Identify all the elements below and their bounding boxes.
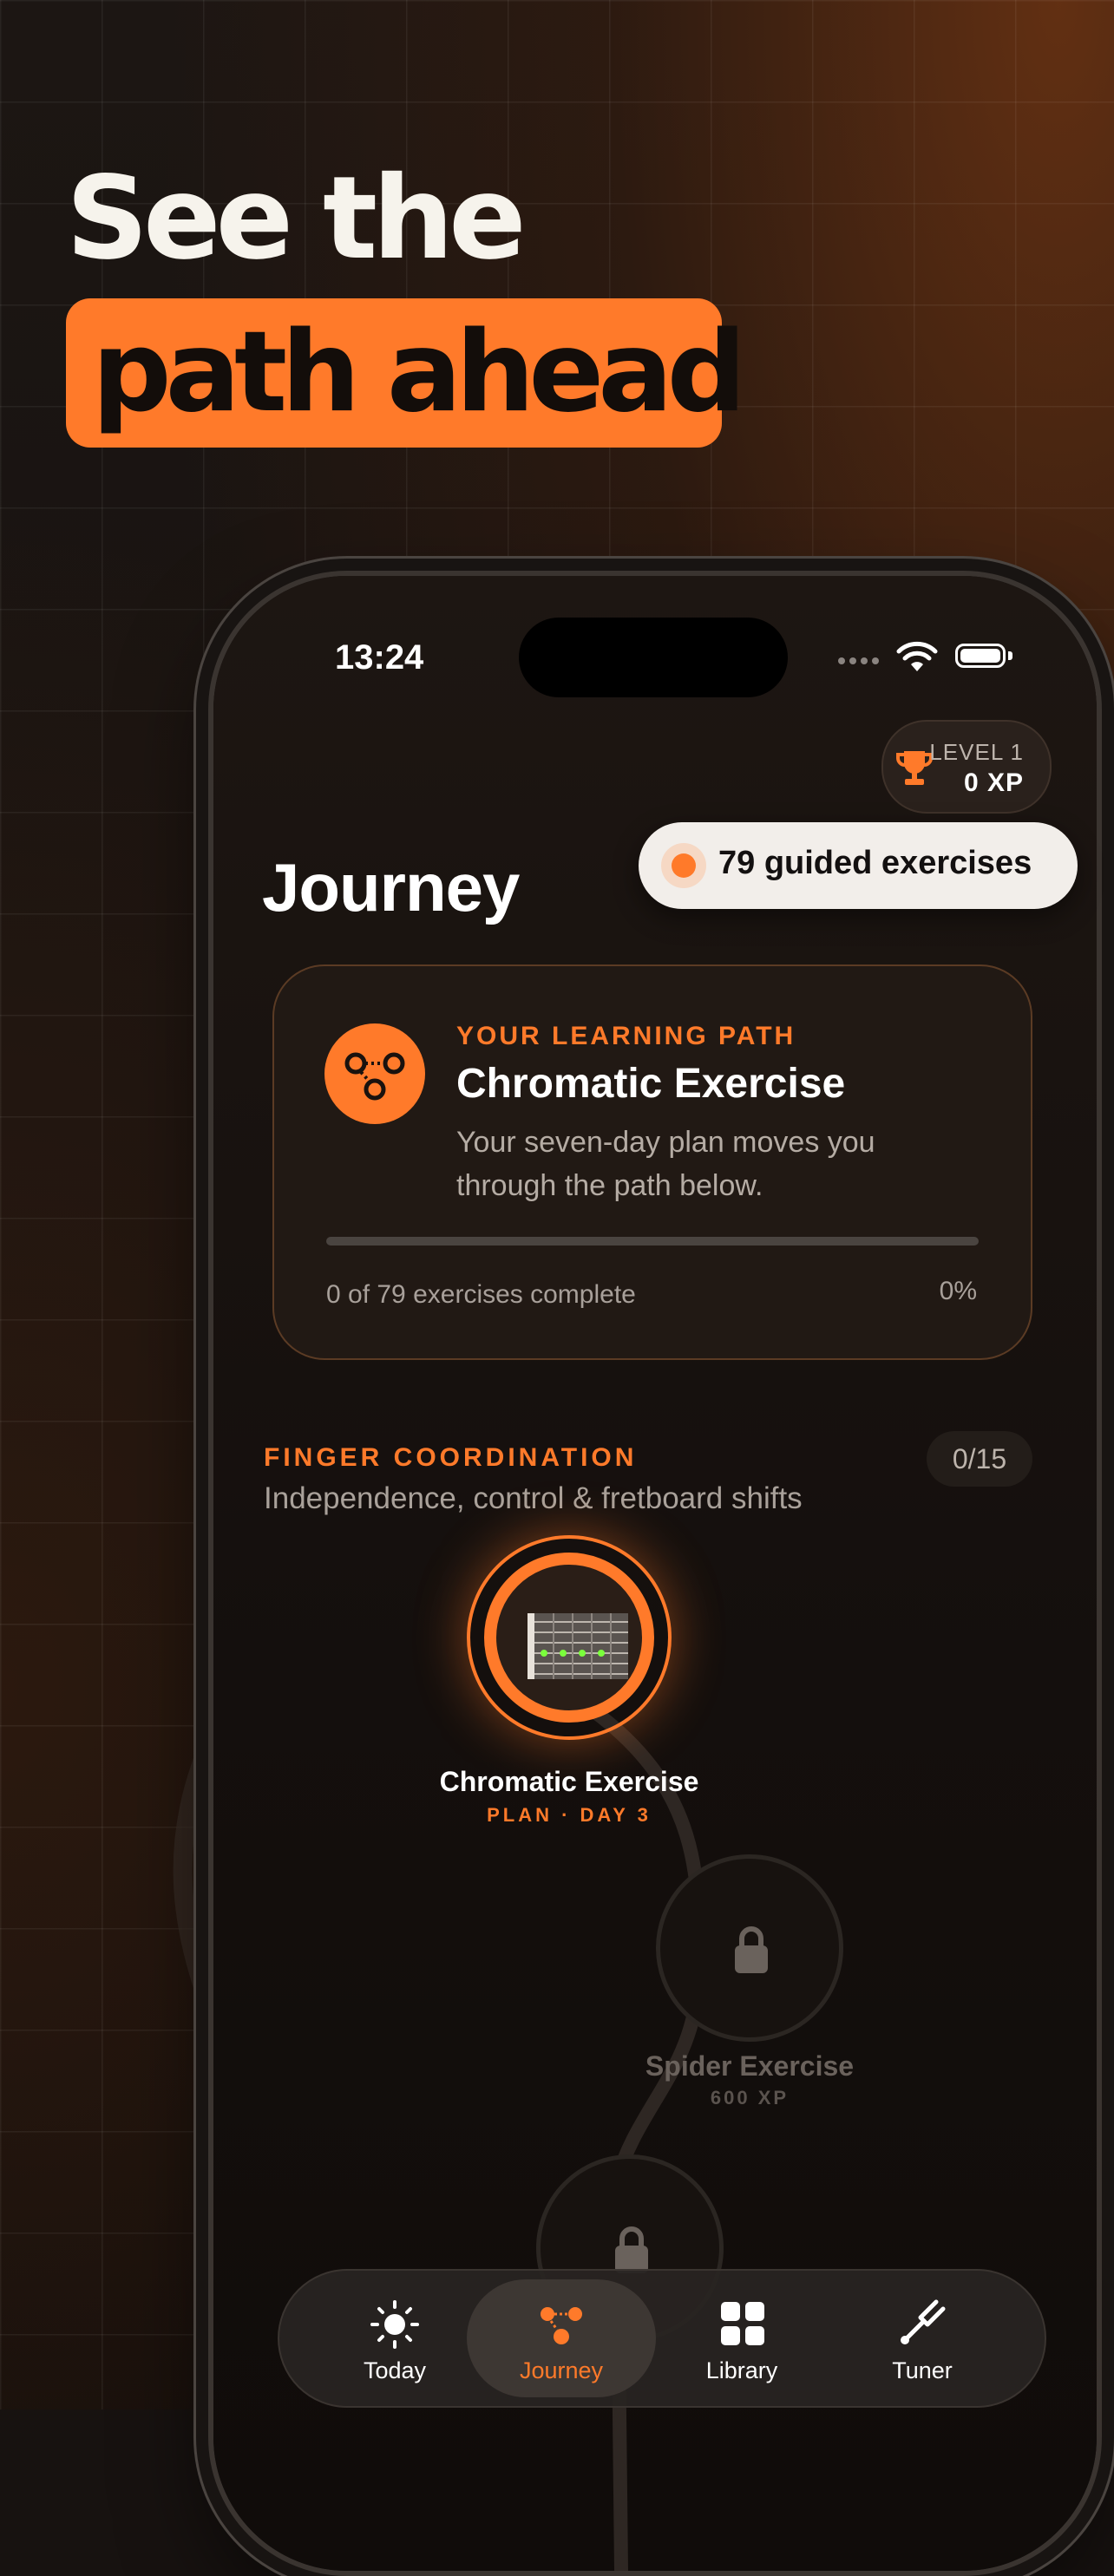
tab-journey[interactable]: Journey [467,2279,656,2397]
fretboard-icon [528,1613,628,1679]
lock-icon [735,1926,768,1973]
exercise-node-chromatic[interactable] [467,1535,672,1740]
lock-icon [615,2226,648,2273]
sun-icon [370,2300,419,2349]
node-label: Chromatic Exercise [439,1766,699,1797]
grid-icon [721,2302,764,2345]
node-sublabel: 600 XP [710,2087,790,2109]
tab-label: Journey [519,2357,604,2383]
headline-line2: path ahead [92,308,746,437]
guided-exercises-text: 79 guided exercises [718,845,1032,881]
headline-line1: See the [66,152,527,285]
tab-today[interactable]: Today [300,2279,489,2397]
phone-side-button [196,1023,206,1197]
tab-label: Tuner [892,2357,953,2383]
tab-tuner[interactable]: Tuner [828,2279,1017,2397]
tab-label: Library [705,2357,778,2383]
node-sublabel: PLAN · DAY 3 [487,1804,652,1826]
node-label: Spider Exercise [645,2050,855,2082]
headline-highlight: path ahead [66,298,746,448]
tab-bar: Today Journey Library Tuner [278,2269,1046,2408]
journey-path-icon [541,2307,582,2344]
status-dot [661,843,706,888]
tab-library[interactable]: Library [647,2279,836,2397]
guided-exercises-badge: 79 guided exercises [639,822,1078,909]
exercise-node-spider[interactable] [656,1854,843,2042]
phone-side-button [196,885,206,989]
tab-label: Today [363,2357,427,2383]
tuning-fork-icon [901,2299,946,2344]
